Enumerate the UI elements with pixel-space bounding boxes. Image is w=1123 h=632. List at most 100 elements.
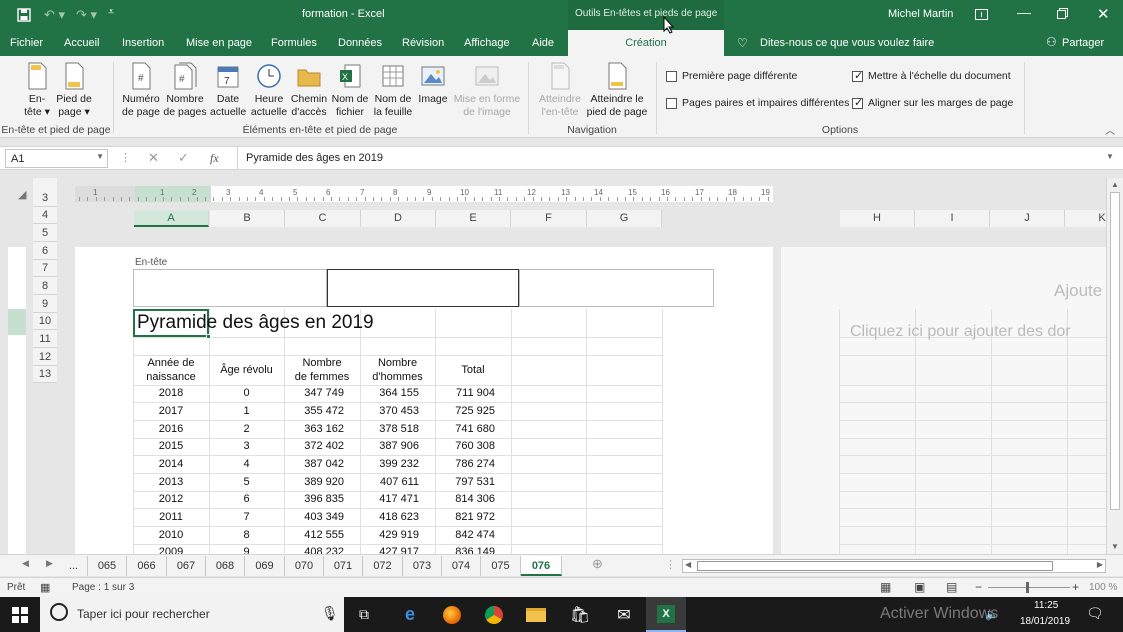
table-cell[interactable]: 2009 xyxy=(133,544,209,554)
tab-revision[interactable]: Révision xyxy=(402,37,444,49)
tab-affichage[interactable]: Affichage xyxy=(464,37,510,49)
tab-mise-en-page[interactable]: Mise en page xyxy=(186,37,252,49)
column-header[interactable]: F xyxy=(511,210,587,227)
sheet-tab[interactable]: 073 xyxy=(403,556,442,576)
table-cell[interactable]: 797 531 xyxy=(435,473,511,491)
save-icon[interactable] xyxy=(17,8,31,22)
current-date-button[interactable]: 7 Date actuelle xyxy=(210,62,246,119)
zoom-out-icon[interactable]: − xyxy=(975,580,982,594)
table-header-cell[interactable]: Nombre de femmes xyxy=(284,355,360,385)
table-cell[interactable]: 363 162 xyxy=(284,420,360,438)
table-cell[interactable]: 427 917 xyxy=(360,544,435,554)
row-header[interactable]: 11 xyxy=(33,330,57,348)
notifications-icon[interactable]: 🗨 xyxy=(1086,605,1104,622)
checkbox-checked[interactable] xyxy=(852,96,863,109)
name-box[interactable]: A1 ▼ xyxy=(5,149,108,168)
column-header[interactable]: E xyxy=(436,210,511,227)
excel-taskbar-icon[interactable]: X xyxy=(646,597,686,632)
hscroll-left-icon[interactable]: ◀ xyxy=(685,560,691,569)
firefox-icon[interactable] xyxy=(432,597,472,632)
table-cell[interactable]: 403 349 xyxy=(284,508,360,526)
table-cell[interactable]: 2 xyxy=(209,420,284,438)
horizontal-scrollbar[interactable]: ◀ ▶ xyxy=(682,559,1106,573)
sheet-title[interactable]: Pyramide des âges en 2019 xyxy=(137,312,374,334)
confirm-icon[interactable]: ✓ xyxy=(178,150,189,166)
table-cell[interactable]: 412 555 xyxy=(284,526,360,544)
table-cell[interactable]: 2015 xyxy=(133,438,209,455)
column-header[interactable]: K xyxy=(1065,210,1106,227)
table-cell[interactable]: 387 906 xyxy=(360,438,435,455)
column-header[interactable]: B xyxy=(210,210,285,227)
tab-creation[interactable]: Création xyxy=(568,30,724,56)
table-cell[interactable]: 387 042 xyxy=(284,455,360,473)
table-cell[interactable]: 2016 xyxy=(133,420,209,438)
minimize-icon[interactable]: — xyxy=(1017,4,1031,20)
chrome-icon[interactable] xyxy=(474,597,514,632)
row-header[interactable]: 10 xyxy=(33,313,57,330)
clock-time[interactable]: 11:25 xyxy=(1034,600,1058,611)
scroll-thumb[interactable] xyxy=(1110,192,1120,510)
sheet-tab[interactable]: 065 xyxy=(88,556,127,576)
table-cell[interactable]: 396 835 xyxy=(284,491,360,508)
zoom-level[interactable]: 100 % xyxy=(1089,582,1117,593)
chevron-down-icon[interactable]: ▼ xyxy=(96,152,104,161)
footer-button[interactable]: Pied de page ▾ xyxy=(55,62,93,119)
table-cell[interactable]: 1 xyxy=(209,402,284,420)
column-header[interactable]: H xyxy=(840,210,915,227)
table-cell[interactable]: 372 402 xyxy=(284,438,360,455)
table-cell[interactable]: 836 149 xyxy=(435,544,511,554)
table-header-cell[interactable]: Année de naissance xyxy=(133,355,209,385)
column-header[interactable]: C xyxy=(285,210,361,227)
table-cell[interactable]: 364 155 xyxy=(360,385,435,402)
table-cell[interactable]: 407 611 xyxy=(360,473,435,491)
table-header-cell[interactable]: Nombre d'hommes xyxy=(360,355,435,385)
sheet-tab-more[interactable]: ... xyxy=(60,556,88,576)
table-cell[interactable]: 760 308 xyxy=(435,438,511,455)
table-cell[interactable]: 378 518 xyxy=(360,420,435,438)
option-align-page-margins[interactable]: Aligner sur les marges de page xyxy=(852,96,1013,109)
column-header[interactable]: J xyxy=(990,210,1065,227)
goto-header-button[interactable]: Atteindre l'en-tête xyxy=(534,62,586,119)
redo-icon[interactable]: ↷ ▾ xyxy=(76,7,97,23)
select-all-icon[interactable]: ◢ xyxy=(18,188,26,201)
scroll-up-icon[interactable]: ▲ xyxy=(1111,180,1119,189)
format-picture-button[interactable]: Mise en forme de l'image xyxy=(452,62,522,119)
current-time-button[interactable]: Heure actuelle xyxy=(249,62,289,119)
tab-aide[interactable]: Aide xyxy=(532,37,554,49)
edge-browser-icon[interactable]: e xyxy=(390,597,430,632)
sheet-tab[interactable]: 069 xyxy=(245,556,285,576)
header-button[interactable]: En-tête ▾ xyxy=(22,62,52,119)
table-cell[interactable]: 408 232 xyxy=(284,544,360,554)
ribbon-display-icon[interactable] xyxy=(975,9,988,20)
header-left-section[interactable] xyxy=(133,269,327,307)
tab-fichier[interactable]: Fichier xyxy=(10,37,43,49)
tab-insertion[interactable]: Insertion xyxy=(122,37,164,49)
row-header[interactable]: 7 xyxy=(33,260,57,277)
table-cell[interactable]: 347 749 xyxy=(284,385,360,402)
table-cell[interactable]: 725 925 xyxy=(435,402,511,420)
column-header[interactable]: I xyxy=(915,210,990,227)
table-header-cell[interactable]: Âge révolu xyxy=(209,355,284,385)
option-scale-with-document[interactable]: Mettre à l'échelle du document xyxy=(852,69,1011,82)
undo-icon[interactable]: ↶ ▾ xyxy=(44,7,65,23)
taskbar-search-box[interactable]: Taper ici pour rechercher 🎙 xyxy=(40,597,344,632)
table-cell[interactable]: 5 xyxy=(209,473,284,491)
table-cell[interactable]: 814 306 xyxy=(435,491,511,508)
tab-scroll-left-icon[interactable]: ◀ xyxy=(22,558,29,569)
sheet-tab[interactable]: 068 xyxy=(206,556,245,576)
row-header[interactable]: 9 xyxy=(33,295,57,313)
sheet-tab[interactable]: 066 xyxy=(127,556,167,576)
page-layout-view-icon[interactable]: ▣ xyxy=(914,580,925,594)
file-explorer-icon[interactable] xyxy=(516,597,556,632)
sheet-tab[interactable]: 074 xyxy=(442,556,481,576)
sheet-tab[interactable]: 071 xyxy=(324,556,363,576)
row-header[interactable]: 8 xyxy=(33,277,57,295)
sheet-tab[interactable]: 075 xyxy=(481,556,521,576)
speaker-icon[interactable]: 🔈 xyxy=(985,608,999,621)
table-cell[interactable]: 399 232 xyxy=(360,455,435,473)
row-header[interactable]: 13 xyxy=(33,366,57,383)
table-cell[interactable]: 2013 xyxy=(133,473,209,491)
table-cell[interactable]: 418 623 xyxy=(360,508,435,526)
table-cell[interactable]: 0 xyxy=(209,385,284,402)
normal-view-icon[interactable]: ▦ xyxy=(880,580,891,594)
